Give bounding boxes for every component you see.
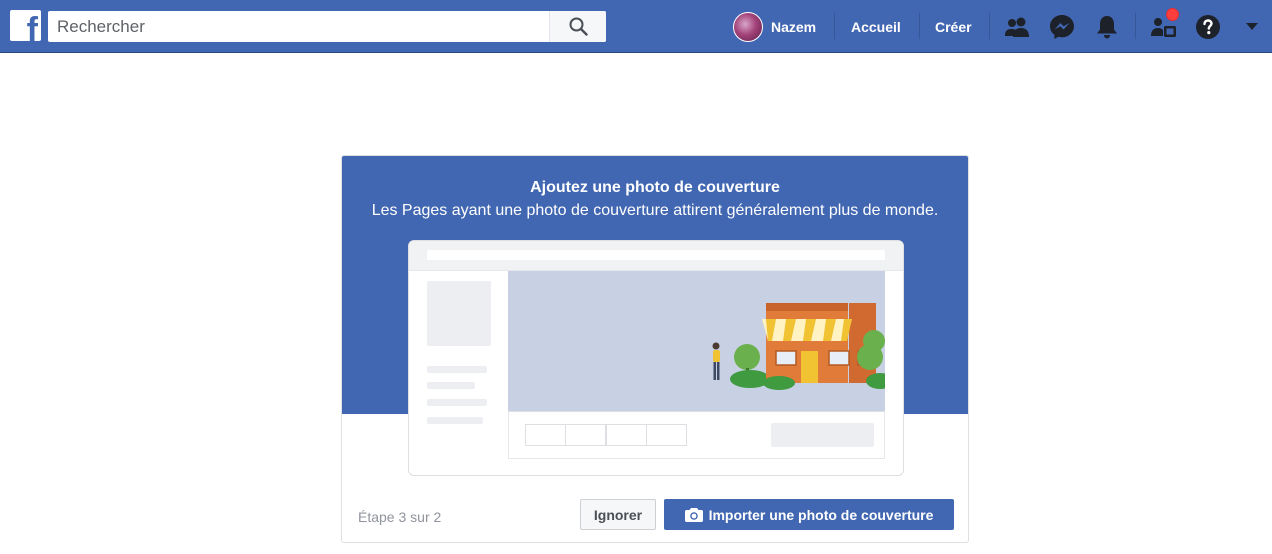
import-button-label: Importer une photo de couverture [708,506,934,523]
mockup-tab [525,424,566,446]
page-cover-mockup-illustration [408,240,904,476]
mockup-tab [565,424,606,446]
nav-divider [1135,13,1136,39]
nav-divider [834,13,835,39]
profile-name: Nazem [771,18,817,35]
nav-divider [919,13,920,39]
help-icon [1196,15,1220,39]
add-cover-photo-card: Ajoutez une photo de couverture Les Page… [341,155,969,543]
create-link[interactable]: Créer [935,0,972,53]
profile-link[interactable]: Nazem [733,0,816,53]
notification-badge [1166,8,1179,21]
create-label: Créer [935,18,972,35]
step-indicator: Étape 3 sur 2 [358,509,442,525]
notifications-button[interactable] [1091,11,1123,43]
import-cover-photo-button[interactable]: Importer une photo de couverture [664,499,954,530]
mockup-header [409,241,903,271]
friends-button[interactable] [1001,11,1033,43]
help-button[interactable] [1192,11,1224,43]
notifications-bell-icon [1097,16,1117,39]
mockup-tab [646,424,687,446]
card-subtitle: Les Pages ayant une photo de couverture … [371,202,939,219]
nav-divider [989,13,990,39]
search-input[interactable] [48,11,548,42]
search-button[interactable] [549,11,606,42]
top-navigation-bar: f Nazem Accueil Créer [0,0,1272,53]
mockup-sidebar-line [427,366,487,373]
mockup-tab [606,424,647,446]
mockup-profile-picture [427,281,491,346]
mockup-sidebar-line [427,382,475,389]
groups-button[interactable] [1148,8,1180,43]
card-title: Ajoutez une photo de couverture [530,179,780,196]
search-icon [569,17,588,36]
storefront-illustration-icon [712,303,885,390]
search-box [48,11,606,42]
home-label: Accueil [851,18,901,35]
friends-icon [1005,17,1029,37]
account-menu-button[interactable] [1238,11,1266,43]
facebook-logo-icon[interactable]: f [10,10,41,41]
mockup-search-bar [427,250,885,260]
messenger-icon [1050,15,1074,39]
mockup-button [771,423,874,447]
dropdown-caret-icon [1246,23,1258,30]
mockup-page-tabs-area [508,411,885,459]
camera-icon [684,508,703,522]
ignore-button[interactable]: Ignorer [580,499,656,530]
avatar [733,11,763,42]
home-link[interactable]: Accueil [851,0,901,53]
mockup-cover-area [508,271,885,411]
mockup-sidebar-line [427,417,483,424]
mockup-sidebar-line [427,399,487,406]
messenger-button[interactable] [1046,11,1078,43]
